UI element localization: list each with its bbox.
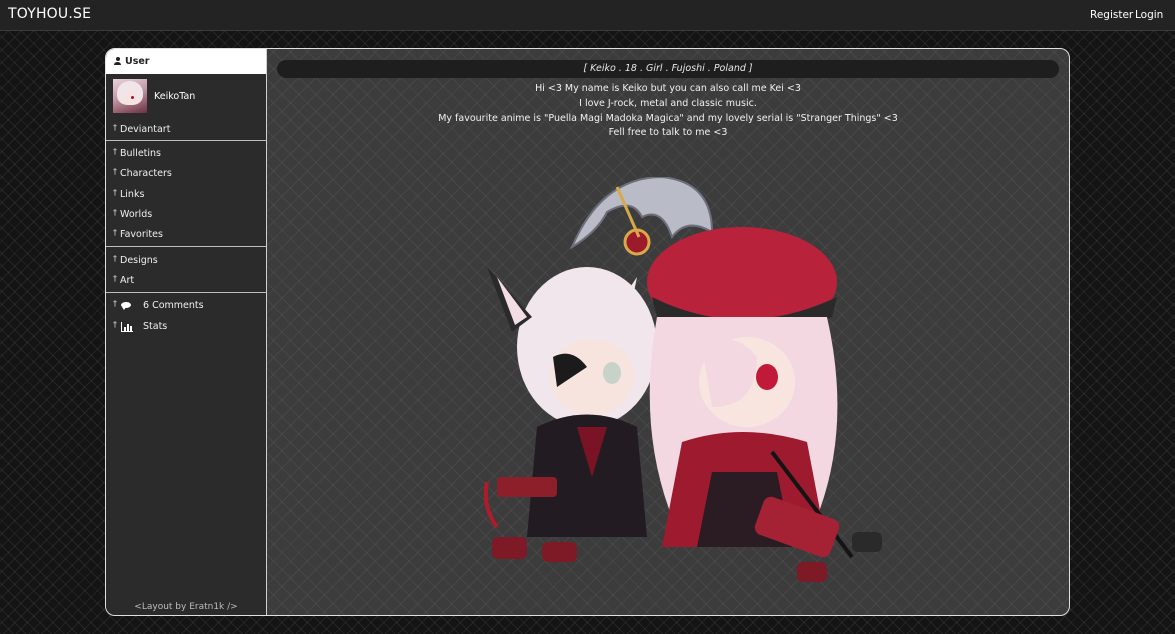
sidebar-item-favorites[interactable]: † Favorites [106, 227, 266, 243]
sidebar-item-links[interactable]: † Links [106, 187, 266, 203]
speech-bubble-icon [121, 302, 131, 310]
profile-title: [ Keiko . 18 . Girl . Fujoshi . Poland ] [277, 60, 1059, 78]
sidebar-item-label: Characters [120, 168, 172, 179]
sidebar-item-deviantart[interactable]: † Deviantart [106, 122, 266, 138]
sidebar-item-label: Favorites [120, 229, 163, 240]
dagger-icon: † [113, 299, 117, 308]
profile-bio: Hi <3 My name is Keiko but you can also … [267, 82, 1069, 141]
dagger-icon: † [113, 228, 117, 237]
dagger-icon: † [113, 254, 117, 263]
main-content: [ Keiko . 18 . Girl . Fujoshi . Poland ]… [267, 49, 1069, 615]
sidebar-item-label: Worlds [120, 209, 153, 220]
divider [106, 246, 266, 247]
sidebar-item-label: Designs [120, 255, 158, 266]
sidebar-header-label: User [125, 56, 150, 67]
register-link[interactable]: Register [1090, 9, 1133, 21]
sidebar-item-label: 6 Comments [143, 300, 204, 311]
dagger-icon: † [113, 167, 117, 176]
dagger-icon: † [113, 208, 117, 217]
sidebar-item-label: Stats [143, 321, 168, 332]
sidebar: User KeikoTan † Deviantart † Bulletins †… [106, 49, 267, 615]
profile-panel: User KeikoTan † Deviantart † Bulletins †… [105, 48, 1070, 616]
site-logo[interactable]: TOYHOU.SE [8, 6, 91, 22]
sidebar-item-characters[interactable]: † Characters [106, 166, 266, 182]
bio-line: Hi <3 My name is Keiko but you can also … [535, 83, 801, 94]
avatar[interactable] [113, 79, 147, 113]
sidebar-item-label: Links [120, 189, 145, 200]
divider [106, 140, 266, 141]
dagger-icon: † [113, 320, 117, 329]
username[interactable]: KeikoTan [154, 91, 195, 102]
bio-line: Fell free to talk to me <3 [608, 127, 728, 139]
dagger-icon: † [113, 188, 117, 197]
dagger-icon: † [113, 147, 117, 156]
layout-credit: <Layout by Eratn1k /> [134, 602, 238, 612]
dagger-icon: † [113, 123, 117, 132]
top-navbar: TOYHOU.SE Register Login [0, 0, 1175, 31]
user-profile[interactable]: KeikoTan [106, 74, 266, 118]
bio-line: My favourite anime is "Puella Magi Madok… [438, 112, 898, 124]
divider [106, 292, 266, 293]
sidebar-item-label: Deviantart [120, 124, 171, 135]
login-link[interactable]: Login [1135, 9, 1163, 21]
sidebar-item-label: Bulletins [120, 148, 161, 159]
sidebar-item-bulletins[interactable]: † Bulletins [106, 146, 266, 162]
bar-chart-icon [121, 322, 133, 332]
sidebar-item-worlds[interactable]: † Worlds [106, 207, 266, 223]
character-artwork [483, 177, 882, 582]
dagger-icon: † [113, 274, 117, 283]
sidebar-header: User [106, 49, 266, 74]
sidebar-item-label: Art [120, 275, 135, 286]
bio-line: I love J-rock, metal and classic music. [579, 97, 757, 109]
sidebar-item-designs[interactable]: † Designs [106, 253, 266, 269]
user-icon [114, 57, 121, 65]
sidebar-item-comments[interactable]: † 6 Comments [106, 298, 266, 314]
sidebar-item-stats[interactable]: † Stats [106, 319, 266, 335]
sidebar-item-art[interactable]: † Art [106, 273, 266, 289]
